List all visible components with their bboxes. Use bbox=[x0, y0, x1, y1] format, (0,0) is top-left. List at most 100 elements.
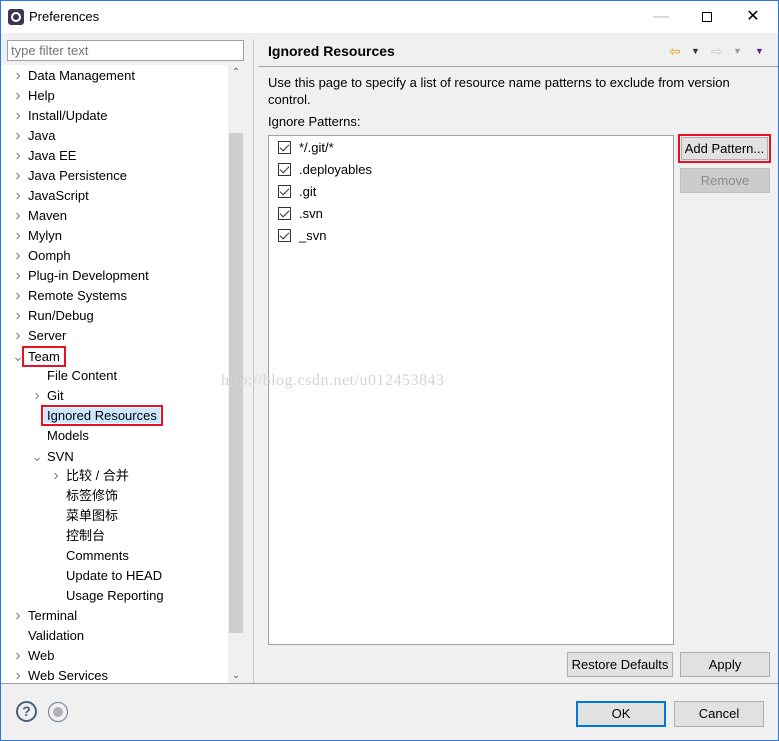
chevron-right-icon[interactable]: › bbox=[11, 606, 25, 626]
tree-item[interactable]: Usage Reporting bbox=[49, 586, 167, 606]
tree-item[interactable]: › Web bbox=[11, 646, 58, 666]
help-icon[interactable]: ? bbox=[16, 701, 37, 722]
pattern-item[interactable]: .deployables bbox=[278, 160, 372, 180]
tree-item[interactable]: › Install/Update bbox=[11, 106, 111, 126]
maximize-button[interactable] bbox=[687, 5, 727, 29]
tree-item-label: Java EE bbox=[28, 148, 77, 163]
scroll-down-icon[interactable]: ⌄ bbox=[228, 670, 244, 681]
chevron-right-icon[interactable]: › bbox=[11, 666, 25, 683]
chevron-down-icon[interactable]: ⌄ bbox=[11, 346, 25, 366]
tree-item[interactable]: ⌄ SVN bbox=[30, 446, 77, 466]
tree-item[interactable]: › Plug-in Development bbox=[11, 266, 152, 286]
preference-tree[interactable]: › Data Management › Help › Install/Update › Jav… bbox=[1, 65, 244, 683]
pattern-checkbox[interactable] bbox=[278, 163, 291, 177]
tree-item[interactable]: › Java bbox=[11, 126, 58, 146]
tree-item[interactable]: › Java Persistence bbox=[11, 166, 130, 186]
tree-item[interactable]: 控制台 bbox=[49, 526, 108, 546]
page-description: Use this page to specify a list of resou… bbox=[268, 75, 730, 107]
tree-item[interactable]: Update to HEAD bbox=[49, 566, 165, 586]
chevron-right-icon[interactable]: › bbox=[11, 126, 25, 146]
tree-item[interactable]: › Java EE bbox=[11, 146, 79, 166]
tree-item-label: JavaScript bbox=[28, 188, 89, 203]
chevron-right-icon[interactable]: › bbox=[11, 246, 25, 266]
tree-item[interactable]: › Oomph bbox=[11, 246, 74, 266]
tree-item[interactable]: Ignored Resources bbox=[30, 405, 163, 426]
tree-item-label: Web Services bbox=[28, 668, 108, 683]
tree-item[interactable]: › Terminal bbox=[11, 606, 80, 626]
view-menu-icon[interactable]: ▼ bbox=[755, 46, 764, 56]
tree-item[interactable]: › Remote Systems bbox=[11, 286, 130, 306]
close-button[interactable]: ✕ bbox=[733, 5, 773, 29]
pattern-item[interactable]: .git bbox=[278, 182, 316, 202]
pattern-checkbox[interactable] bbox=[278, 185, 291, 199]
forward-arrow-icon[interactable]: ⇨ bbox=[711, 43, 723, 60]
restore-defaults-button[interactable]: Restore Defaults bbox=[567, 652, 673, 677]
tree-item[interactable]: Models bbox=[30, 426, 92, 446]
pane-divider[interactable] bbox=[253, 39, 254, 683]
scroll-up-icon[interactable]: ⌃ bbox=[228, 67, 244, 78]
tree-item[interactable]: › Web Services bbox=[11, 666, 111, 683]
tree-item-label: Java Persistence bbox=[28, 168, 127, 183]
tree-item[interactable]: › Git bbox=[30, 386, 67, 406]
forward-dropdown-icon[interactable]: ▼ bbox=[733, 46, 742, 56]
ignore-patterns-list[interactable]: */.git/* .deployables .git .svn _svn bbox=[268, 135, 674, 645]
pattern-checkbox[interactable] bbox=[278, 207, 291, 221]
tree-item[interactable]: 标签修饰 bbox=[49, 486, 121, 506]
chevron-right-icon[interactable]: › bbox=[11, 226, 25, 246]
pattern-item[interactable]: _svn bbox=[278, 226, 326, 246]
apply-button[interactable]: Apply bbox=[680, 652, 770, 677]
filter-input[interactable] bbox=[7, 40, 244, 61]
tree-item[interactable]: 菜单图标 bbox=[49, 506, 121, 526]
tree-item[interactable]: › Help bbox=[11, 86, 58, 106]
chevron-right-icon[interactable]: › bbox=[11, 166, 25, 186]
tree-item-label: Usage Reporting bbox=[66, 588, 164, 603]
chevron-down-icon[interactable]: ⌄ bbox=[30, 446, 44, 466]
tree-item-label: Remote Systems bbox=[28, 288, 127, 303]
tree-item[interactable]: › Maven bbox=[11, 206, 70, 226]
chevron-right-icon[interactable]: › bbox=[11, 206, 25, 226]
tree-item[interactable]: › Run/Debug bbox=[11, 306, 97, 326]
tree-item[interactable]: File Content bbox=[30, 366, 120, 386]
chevron-right-icon[interactable]: › bbox=[11, 186, 25, 206]
eclipse-app-icon bbox=[8, 9, 24, 25]
chevron-right-icon[interactable]: › bbox=[49, 466, 63, 486]
chevron-right-icon[interactable]: › bbox=[11, 106, 25, 126]
add-pattern-button[interactable]: Add Pattern... bbox=[678, 134, 771, 163]
pattern-checkbox[interactable] bbox=[278, 141, 291, 155]
pattern-label: */.git/* bbox=[299, 140, 334, 155]
tree-item[interactable]: › 比较 / 合并 bbox=[49, 466, 132, 486]
record-macro-icon[interactable] bbox=[48, 702, 68, 722]
tree-item-label: Git bbox=[47, 388, 64, 403]
tree-item[interactable]: › Mylyn bbox=[11, 226, 65, 246]
maximize-icon bbox=[702, 11, 712, 22]
chevron-right-icon[interactable]: › bbox=[11, 326, 25, 346]
tree-item[interactable]: › Data Management bbox=[11, 66, 138, 86]
ok-button[interactable]: OK bbox=[576, 701, 666, 727]
tree-item-label: Java bbox=[28, 128, 56, 143]
chevron-right-icon[interactable]: › bbox=[11, 86, 25, 106]
tree-item[interactable]: Validation bbox=[11, 626, 87, 646]
pattern-checkbox[interactable] bbox=[278, 229, 291, 243]
remove-button[interactable]: Remove bbox=[680, 168, 770, 193]
minimize-button[interactable]: — bbox=[641, 5, 681, 29]
chevron-right-icon[interactable]: › bbox=[11, 286, 25, 306]
chevron-right-icon[interactable]: › bbox=[30, 386, 44, 406]
cancel-button[interactable]: Cancel bbox=[674, 701, 764, 727]
tree-item[interactable]: ⌄ Team bbox=[11, 346, 66, 367]
tree-item-label: Data Management bbox=[28, 68, 135, 83]
back-arrow-icon[interactable]: ⇦ bbox=[669, 43, 681, 60]
ignore-patterns-label: Ignore Patterns: bbox=[268, 114, 361, 129]
tree-item-label: 菜单图标 bbox=[66, 508, 119, 523]
pattern-item[interactable]: .svn bbox=[278, 204, 323, 224]
chevron-right-icon[interactable]: › bbox=[11, 146, 25, 166]
tree-item[interactable]: Comments bbox=[49, 546, 132, 566]
chevron-right-icon[interactable]: › bbox=[11, 266, 25, 286]
pattern-item[interactable]: */.git/* bbox=[278, 138, 334, 158]
chevron-right-icon[interactable]: › bbox=[11, 646, 25, 666]
tree-item[interactable]: › JavaScript bbox=[11, 186, 92, 206]
tree-item-label: Run/Debug bbox=[28, 308, 94, 323]
tree-item[interactable]: › Server bbox=[11, 326, 69, 346]
chevron-right-icon[interactable]: › bbox=[11, 306, 25, 326]
chevron-right-icon[interactable]: › bbox=[11, 66, 25, 86]
back-dropdown-icon[interactable]: ▼ bbox=[691, 46, 700, 56]
